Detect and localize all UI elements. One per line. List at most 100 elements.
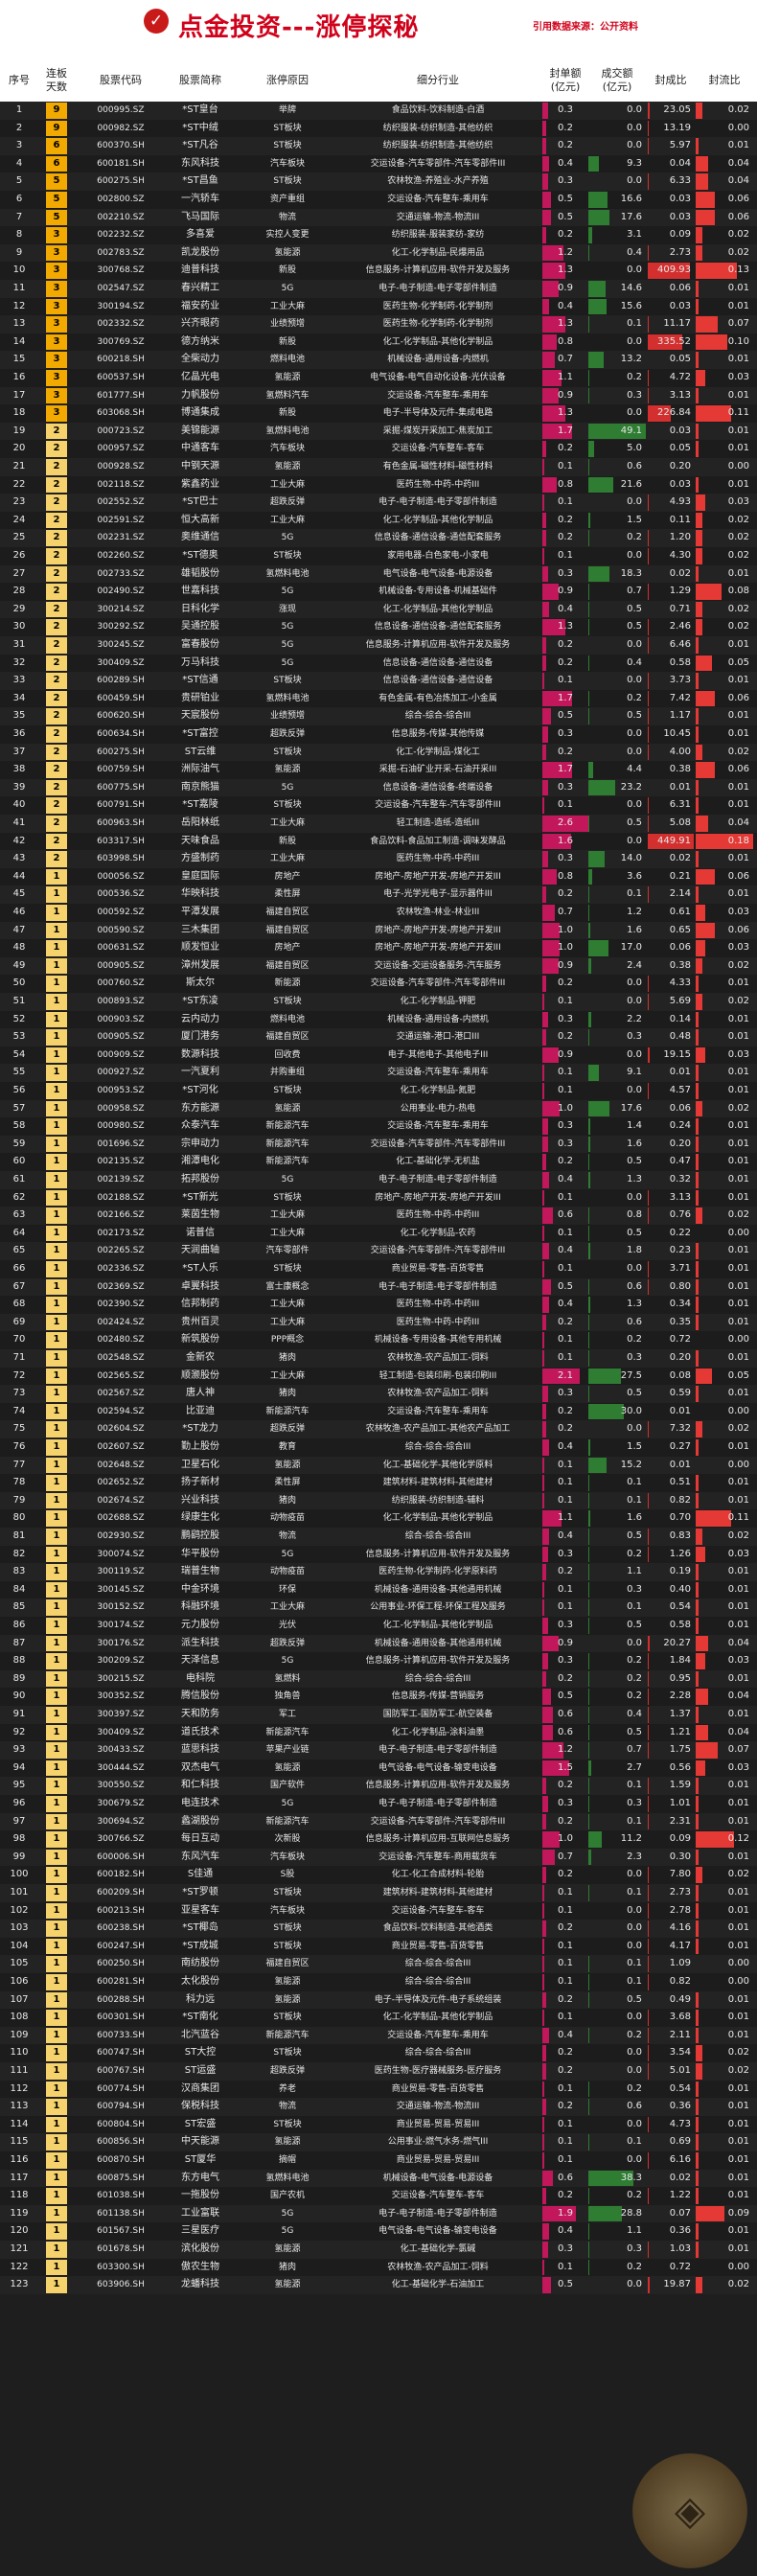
- row-turnover: 0.0: [627, 996, 642, 1006]
- row-name: ST宏盛: [184, 2118, 217, 2129]
- row-float-ratio: 0.01: [727, 567, 749, 579]
- row-name: 奥维通信: [181, 532, 219, 543]
- row-industry: 建筑材料-建筑材料-其他建材: [382, 1888, 493, 1898]
- row-seal: 0.1: [558, 1085, 573, 1095]
- row-ratio: 0.01: [669, 1067, 691, 1078]
- row-seal: 0.4: [558, 157, 573, 169]
- row-float-ratio: 0.02: [727, 2279, 749, 2290]
- row-seq: 55: [12, 1067, 26, 1078]
- row-turnover: 0.4: [627, 246, 642, 258]
- row-turnover: 0.0: [627, 550, 642, 561]
- row-code: 600238.SH: [97, 1923, 145, 1934]
- row-turnover: 0.3: [627, 1352, 642, 1363]
- row-seq: 104: [10, 1940, 29, 1951]
- row-days: 1: [53, 1833, 60, 1845]
- row-name: 派生科技: [181, 1637, 219, 1648]
- row-seal: 0.8: [558, 478, 573, 490]
- row-reason: 涨现: [278, 604, 296, 614]
- row-seal: 0.3: [558, 1620, 573, 1630]
- row-code: 600747.SH: [97, 2048, 145, 2058]
- row-reason: 汽车板块: [269, 444, 305, 454]
- row-ratio: 3.13: [669, 1191, 691, 1203]
- row-name: 博通集成: [181, 407, 219, 419]
- table-row: 53 1 000905.SZ 厦门港务 福建自贸区 交通运输-港口-港口III 0.2 0.3…: [0, 1028, 757, 1046]
- row-ratio: 0.24: [669, 1120, 691, 1132]
- row-reason: 工业大麻: [269, 1317, 305, 1327]
- row-name: 天润曲轴: [181, 1245, 219, 1256]
- row-seal: 0.3: [558, 104, 573, 115]
- row-ratio: 5.01: [669, 2065, 691, 2076]
- row-ratio: 226.84: [657, 407, 691, 419]
- row-industry: 交运设备-汽车零部件-汽车零部件III: [370, 1816, 506, 1827]
- row-float-ratio: 0.01: [727, 1156, 749, 1167]
- row-days: 2: [53, 603, 60, 614]
- row-seal: 0.1: [558, 1601, 573, 1613]
- row-code: 002674.SZ: [97, 1495, 145, 1506]
- row-float-ratio: 0.01: [727, 1031, 749, 1043]
- row-industry: 轻工制造-造纸-造纸III: [396, 818, 480, 828]
- row-ratio: 0.06: [669, 1102, 691, 1114]
- row-seq: 109: [10, 2029, 29, 2040]
- row-turnover: 1.6: [627, 924, 642, 935]
- row-reason: 业绩预增: [269, 711, 305, 722]
- row-code: 000723.SZ: [97, 426, 145, 436]
- row-turnover: 0.1: [627, 888, 642, 900]
- row-code: 002652.SZ: [97, 1478, 145, 1488]
- row-industry: 信息服务-计算机应用-互联网信息服务: [365, 1834, 511, 1845]
- row-industry: 电子-电子制造-电子零部件制造: [378, 1281, 497, 1292]
- row-turnover: 0.1: [627, 318, 642, 330]
- row-seal: 0.4: [558, 1441, 573, 1452]
- row-seq: 113: [10, 2101, 29, 2112]
- row-float-ratio: 0.07: [727, 318, 749, 330]
- row-float-ratio: 0.03: [727, 1548, 749, 1559]
- row-industry: 机械设备-通用设备-内燃机: [387, 1014, 489, 1024]
- row-turnover: 2.2: [627, 1013, 642, 1024]
- row-seal: 0.1: [558, 1940, 573, 1951]
- row-code: 000927.SZ: [97, 1068, 145, 1078]
- row-reason: 5G: [281, 1175, 294, 1184]
- row-name: 诺普信: [186, 1227, 215, 1238]
- row-days: 1: [53, 1352, 60, 1363]
- row-float-ratio: 0.01: [727, 675, 749, 686]
- row-ratio: 1.84: [669, 1655, 691, 1667]
- row-seq: 80: [12, 1512, 26, 1524]
- row-reason: 福建自贸区: [265, 960, 310, 971]
- table-row: 50 1 000760.SZ 斯太尔 新能源 交运设备-汽车零部件-汽车零部件III 0.2…: [0, 975, 757, 993]
- row-reason: 工业大麻: [269, 1300, 305, 1310]
- row-float-ratio: 0.01: [727, 2101, 749, 2112]
- table-row: 93 1 300433.SZ 蓝思科技 苹果产业链 电子-电子制造-电子零部件制造 1.2 0…: [0, 1741, 757, 1760]
- row-ratio: 0.40: [669, 1583, 691, 1595]
- table-row: 16 3 600537.SH 亿晶光电 氢能源 电气设备-电气自动化设备-光伏设备 1.1 0…: [0, 369, 757, 387]
- row-code: 600875.SH: [97, 2173, 145, 2183]
- row-turnover: 28.8: [620, 2207, 642, 2219]
- table-row: 108 1 600301.SH *ST南化 ST板块 化工-化学制品-其他化学制品 0.1 0…: [0, 2009, 757, 2027]
- row-code: 600794.SH: [97, 2102, 145, 2112]
- row-reason: 国产软件: [269, 1781, 305, 1791]
- row-seq: 94: [12, 1761, 26, 1773]
- row-turnover: 1.5: [627, 514, 642, 525]
- row-seq: 78: [12, 1477, 26, 1488]
- row-days: 1: [53, 1637, 60, 1648]
- row-industry: 有色金属-磁性材料-磁性材料: [382, 462, 493, 472]
- row-code: 002139.SZ: [97, 1175, 145, 1184]
- row-seal: 0.1: [558, 2154, 573, 2165]
- row-code: 600247.SH: [97, 1941, 145, 1951]
- row-days: 1: [53, 1316, 60, 1327]
- row-seq: 87: [12, 1637, 26, 1648]
- row-reason: 工业大麻: [269, 301, 305, 311]
- row-ratio: 4.00: [669, 746, 691, 757]
- row-float-ratio: 0.01: [727, 443, 749, 454]
- row-industry: 综合-综合-综合III: [404, 1531, 471, 1541]
- row-seal: 0.1: [558, 996, 573, 1006]
- row-turnover: 1.3: [627, 1174, 642, 1184]
- row-float-ratio: 0.01: [727, 1672, 749, 1684]
- row-seal: 1.7: [558, 764, 573, 775]
- row-code: 601567.SH: [97, 2226, 145, 2237]
- row-days: 2: [53, 853, 60, 864]
- row-seq: 100: [10, 1869, 29, 1880]
- row-turnover: 0.0: [627, 2118, 642, 2129]
- row-seal: 0.5: [558, 194, 573, 204]
- row-turnover: 0.5: [627, 621, 642, 632]
- row-float-ratio: 0.04: [727, 175, 749, 187]
- row-seq: 34: [12, 692, 26, 703]
